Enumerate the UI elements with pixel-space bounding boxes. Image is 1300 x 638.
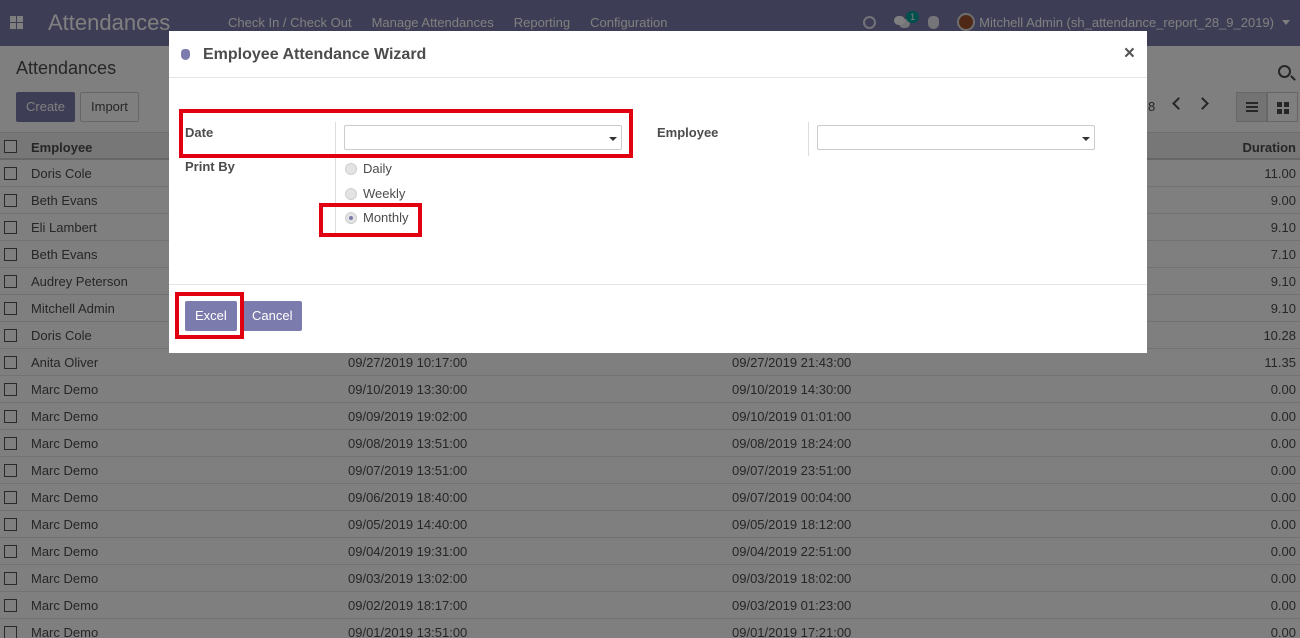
highlight-monthly-option — [319, 203, 422, 237]
print-by-label: Print By — [185, 159, 235, 174]
radio-daily-label[interactable]: Daily — [363, 161, 392, 176]
modal-header: Employee Attendance Wizard × — [169, 31, 1147, 78]
radio-daily[interactable]: Daily — [345, 161, 392, 176]
close-icon[interactable]: × — [1124, 43, 1135, 65]
modal-title: Employee Attendance Wizard — [203, 46, 427, 63]
employee-select[interactable] — [817, 125, 1095, 150]
employee-label: Employee — [657, 125, 719, 140]
highlight-excel-button — [175, 292, 244, 339]
radio-weekly-circle[interactable] — [345, 187, 357, 200]
debug-bug-icon[interactable] — [181, 49, 190, 60]
cancel-button[interactable]: Cancel — [242, 301, 303, 331]
radio-weekly[interactable]: Weekly — [345, 186, 405, 201]
field-separator — [808, 122, 809, 156]
employee-attendance-wizard-dialog: Employee Attendance Wizard × Date Employ… — [169, 31, 1147, 353]
chevron-down-icon — [1082, 137, 1090, 141]
highlight-date-field — [179, 109, 633, 158]
modal-footer-divider — [169, 284, 1147, 285]
radio-daily-circle[interactable] — [345, 162, 357, 175]
radio-weekly-label[interactable]: Weekly — [363, 186, 405, 201]
